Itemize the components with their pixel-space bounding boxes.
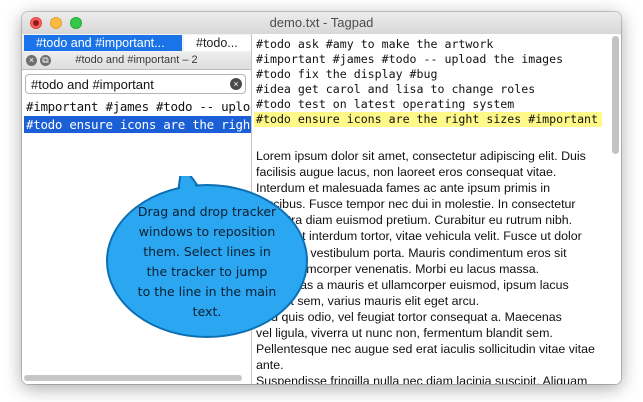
title-bar[interactable]: demo.txt - Tagpad <box>22 12 621 35</box>
tracker-detach-icon[interactable]: ⧉ <box>40 55 51 66</box>
tracker-result-row-selected[interactable]: #todo ensure icons are the right sizes #… <box>24 116 251 133</box>
tracker-tab-active[interactable]: #todo and #important... <box>24 35 182 51</box>
callout-line: windows to reposition <box>139 224 276 239</box>
editor-line-highlighted[interactable]: #todo ensure icons are the right sizes #… <box>254 112 602 127</box>
close-window-button[interactable] <box>30 17 42 29</box>
tracker-search-input[interactable] <box>31 76 221 92</box>
editor-line[interactable]: #idea get carol and lisa to change roles <box>256 82 535 97</box>
callout-line: the tracker to jump <box>147 264 268 279</box>
callout-bubble-shape: Drag and drop tracker windows to repositi… <box>106 161 308 338</box>
tracker-tab-strip: #todo and #important... #todo... <box>22 34 251 52</box>
zoom-window-button[interactable] <box>70 17 82 29</box>
minimize-window-button[interactable] <box>50 17 62 29</box>
tracker-title: #todo and #important – 2 <box>75 54 198 66</box>
editor-line[interactable]: #todo fix the display #bug <box>256 67 437 82</box>
clear-search-icon[interactable]: × <box>230 78 242 90</box>
callout-line: Drag and drop tracker <box>138 204 277 219</box>
window-title: demo.txt - Tagpad <box>269 15 374 30</box>
callout-line: to the line in the main <box>138 284 277 299</box>
tracker-horizontal-scrollbar[interactable] <box>24 375 242 381</box>
tracker-tab-inactive[interactable]: #todo... <box>184 35 251 51</box>
tracker-search-field[interactable]: × <box>25 74 246 94</box>
editor-line[interactable]: #todo ask #amy to make the artwork <box>256 37 493 52</box>
callout-line: them. Select lines in <box>143 244 271 259</box>
tooltip-callout: Drag and drop tracker windows to repositi… <box>104 161 311 340</box>
tracker-close-icon[interactable]: × <box>26 55 37 66</box>
editor-vertical-scrollbar[interactable] <box>612 36 619 154</box>
editor-line[interactable]: #todo test on latest operating system <box>256 97 514 112</box>
tracker-title-bar[interactable]: #todo and #important – 2 × ⧉ <box>22 52 251 70</box>
close-icon <box>33 20 39 26</box>
tracker-result-row[interactable]: #important #james #todo -- upload the im… <box>24 98 251 115</box>
editor-line[interactable]: #important #james #todo -- upload the im… <box>256 52 563 67</box>
callout-line: text. <box>193 304 222 319</box>
